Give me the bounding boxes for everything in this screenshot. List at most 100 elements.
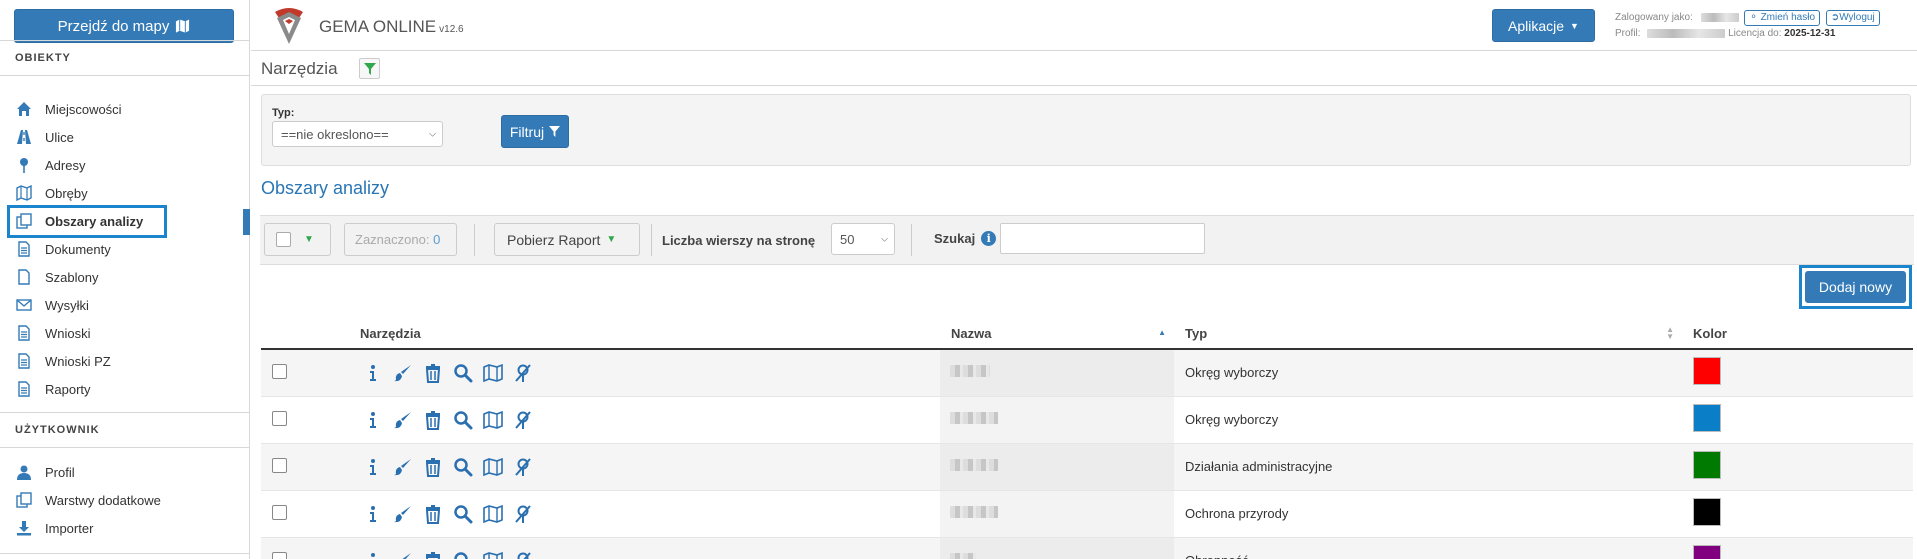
rows-per-page-label: Liczba wierszy na stronę [662, 233, 816, 248]
map-icon [176, 19, 190, 33]
chevron-down-icon: ⌵ [881, 233, 888, 244]
change-password-button[interactable]: ⚬ Zmień hasło [1744, 10, 1821, 26]
filter-toggle-button[interactable] [359, 58, 380, 79]
row-tools [360, 550, 940, 559]
sidebar-item-label: Szablony [45, 269, 99, 285]
row-checkbox[interactable] [272, 551, 287, 559]
search-icon[interactable] [452, 503, 474, 525]
row-checkbox[interactable] [272, 410, 287, 426]
download-report-button[interactable]: Pobierz Raport ▼ [494, 223, 640, 256]
row-type-cell: Okręg wyborczy [1174, 349, 1682, 397]
select-all-dropdown[interactable]: ▼ [264, 223, 331, 256]
sort-asc-icon: ▲ [1158, 328, 1166, 337]
trash-icon[interactable] [422, 456, 444, 478]
map-pin-off-icon[interactable] [512, 409, 534, 431]
sidebar-item-adresy[interactable]: Adresy [0, 151, 250, 179]
brush-icon[interactable] [392, 550, 414, 559]
info-icon[interactable] [362, 550, 384, 559]
row-tools-cell [360, 349, 940, 397]
map-icon[interactable] [482, 409, 504, 431]
color-swatch [1693, 545, 1721, 559]
sidebar-item-ulice[interactable]: Ulice [0, 123, 250, 151]
sidebar-item-obreby[interactable]: Obręby [0, 179, 250, 207]
type-select[interactable]: ==nie okreslono== ⌵ [272, 121, 443, 147]
rows-per-page-select[interactable]: 50 ⌵ [831, 223, 895, 255]
sidebar-active-marker [243, 209, 250, 235]
map-icon[interactable] [482, 503, 504, 525]
sidebar-item-warstwy-dodatkowe[interactable]: Warstwy dodatkowe [0, 486, 250, 514]
sidebar-item-label: Wnioski PZ [45, 353, 111, 369]
sidebar-item-dokumenty[interactable]: Dokumenty [0, 235, 250, 263]
row-tools [360, 409, 940, 431]
add-new-button[interactable]: Dodaj nowy [1805, 271, 1906, 303]
trash-icon[interactable] [422, 362, 444, 384]
search-icon[interactable] [452, 550, 474, 559]
sidebar-item-label: Adresy [45, 157, 86, 173]
brush-icon[interactable] [392, 456, 414, 478]
search-icon[interactable] [452, 362, 474, 384]
sidebar-item-miejscowosci[interactable]: Miejscowości [0, 95, 250, 123]
logout-button[interactable]: ➲Wyloguj [1825, 10, 1880, 26]
row-type-cell: Obronność [1174, 537, 1682, 559]
info-icon[interactable] [362, 409, 384, 431]
brush-icon[interactable] [392, 362, 414, 384]
row-type: Obronność [1185, 553, 1249, 559]
sidebar-item-szablony[interactable]: Szablony [0, 263, 250, 291]
sidebar-item-raporty[interactable]: Raporty [0, 375, 250, 403]
top-bar: GEMA ONLINE v12.6 Aplikacje ▼ Zalogowany … [251, 0, 1917, 51]
map-icon[interactable] [482, 456, 504, 478]
row-type: Okręg wyborczy [1185, 365, 1279, 381]
go-to-map-button[interactable]: Przejdź do mapy [14, 9, 234, 43]
row-color-cell [1682, 490, 1913, 538]
sidebar-item-wnioski-pz[interactable]: Wnioski PZ [0, 347, 250, 375]
row-checkbox[interactable] [272, 363, 287, 379]
trash-icon[interactable] [422, 503, 444, 525]
map-icon[interactable] [482, 550, 504, 559]
map-pin-off-icon[interactable] [512, 456, 534, 478]
gema-logo-icon [275, 8, 303, 44]
sidebar-item-profil[interactable]: Profil [0, 458, 250, 486]
filter-button[interactable]: Filtruj [501, 115, 569, 148]
map-pin-off-icon[interactable] [512, 550, 534, 559]
map-pin-off-icon[interactable] [512, 362, 534, 384]
select-all-checkbox[interactable] [276, 232, 291, 247]
header-name-label: Nazwa [951, 325, 992, 341]
sidebar-item-wysylki[interactable]: Wysyłki [0, 291, 250, 319]
apps-dropdown-button[interactable]: Aplikacje ▼ [1492, 9, 1595, 42]
table-row[interactable]: Obronność [261, 537, 1913, 559]
sidebar-item-wnioski[interactable]: Wnioski [0, 319, 250, 347]
row-tools [360, 362, 940, 384]
key-icon: ⚬ [1749, 12, 1758, 23]
row-type-cell: Działania administracyjne [1174, 443, 1682, 491]
row-color-cell [1682, 443, 1913, 491]
map-icon[interactable] [482, 362, 504, 384]
sidebar-item-importer[interactable]: Importer [0, 514, 250, 542]
license-label: Licencja do: [1728, 28, 1782, 39]
header-type[interactable]: Typ ▲ ▼ [1174, 318, 1682, 350]
brush-icon[interactable] [392, 409, 414, 431]
road-icon [15, 128, 33, 146]
header-name[interactable]: Nazwa ▲ [940, 318, 1174, 350]
table-row[interactable]: Okręg wyborczy [261, 396, 1913, 444]
table-row[interactable]: Działania administracyjne [261, 443, 1913, 491]
brush-icon[interactable] [392, 503, 414, 525]
search-icon[interactable] [452, 409, 474, 431]
filter-icon [549, 126, 561, 137]
info-icon[interactable]: i [981, 231, 997, 246]
row-checkbox[interactable] [272, 504, 287, 520]
trash-icon[interactable] [422, 550, 444, 559]
search-input[interactable] [1000, 223, 1205, 254]
info-icon[interactable] [362, 456, 384, 478]
table-row[interactable]: Okręg wyborczy [261, 349, 1913, 397]
name-redacted [950, 459, 998, 471]
info-icon[interactable] [362, 362, 384, 384]
info-icon[interactable] [362, 503, 384, 525]
trash-icon[interactable] [422, 409, 444, 431]
file-icon [15, 268, 33, 286]
map-pin-off-icon[interactable] [512, 503, 534, 525]
sidebar-item-label: Wysyłki [45, 297, 89, 313]
search-icon[interactable] [452, 456, 474, 478]
user-info: Zalogowany jako: ⚬ Zmień hasło ➲Wyloguj … [1615, 10, 1880, 42]
table-row[interactable]: Ochrona przyrody [261, 490, 1913, 538]
row-checkbox[interactable] [272, 457, 287, 473]
